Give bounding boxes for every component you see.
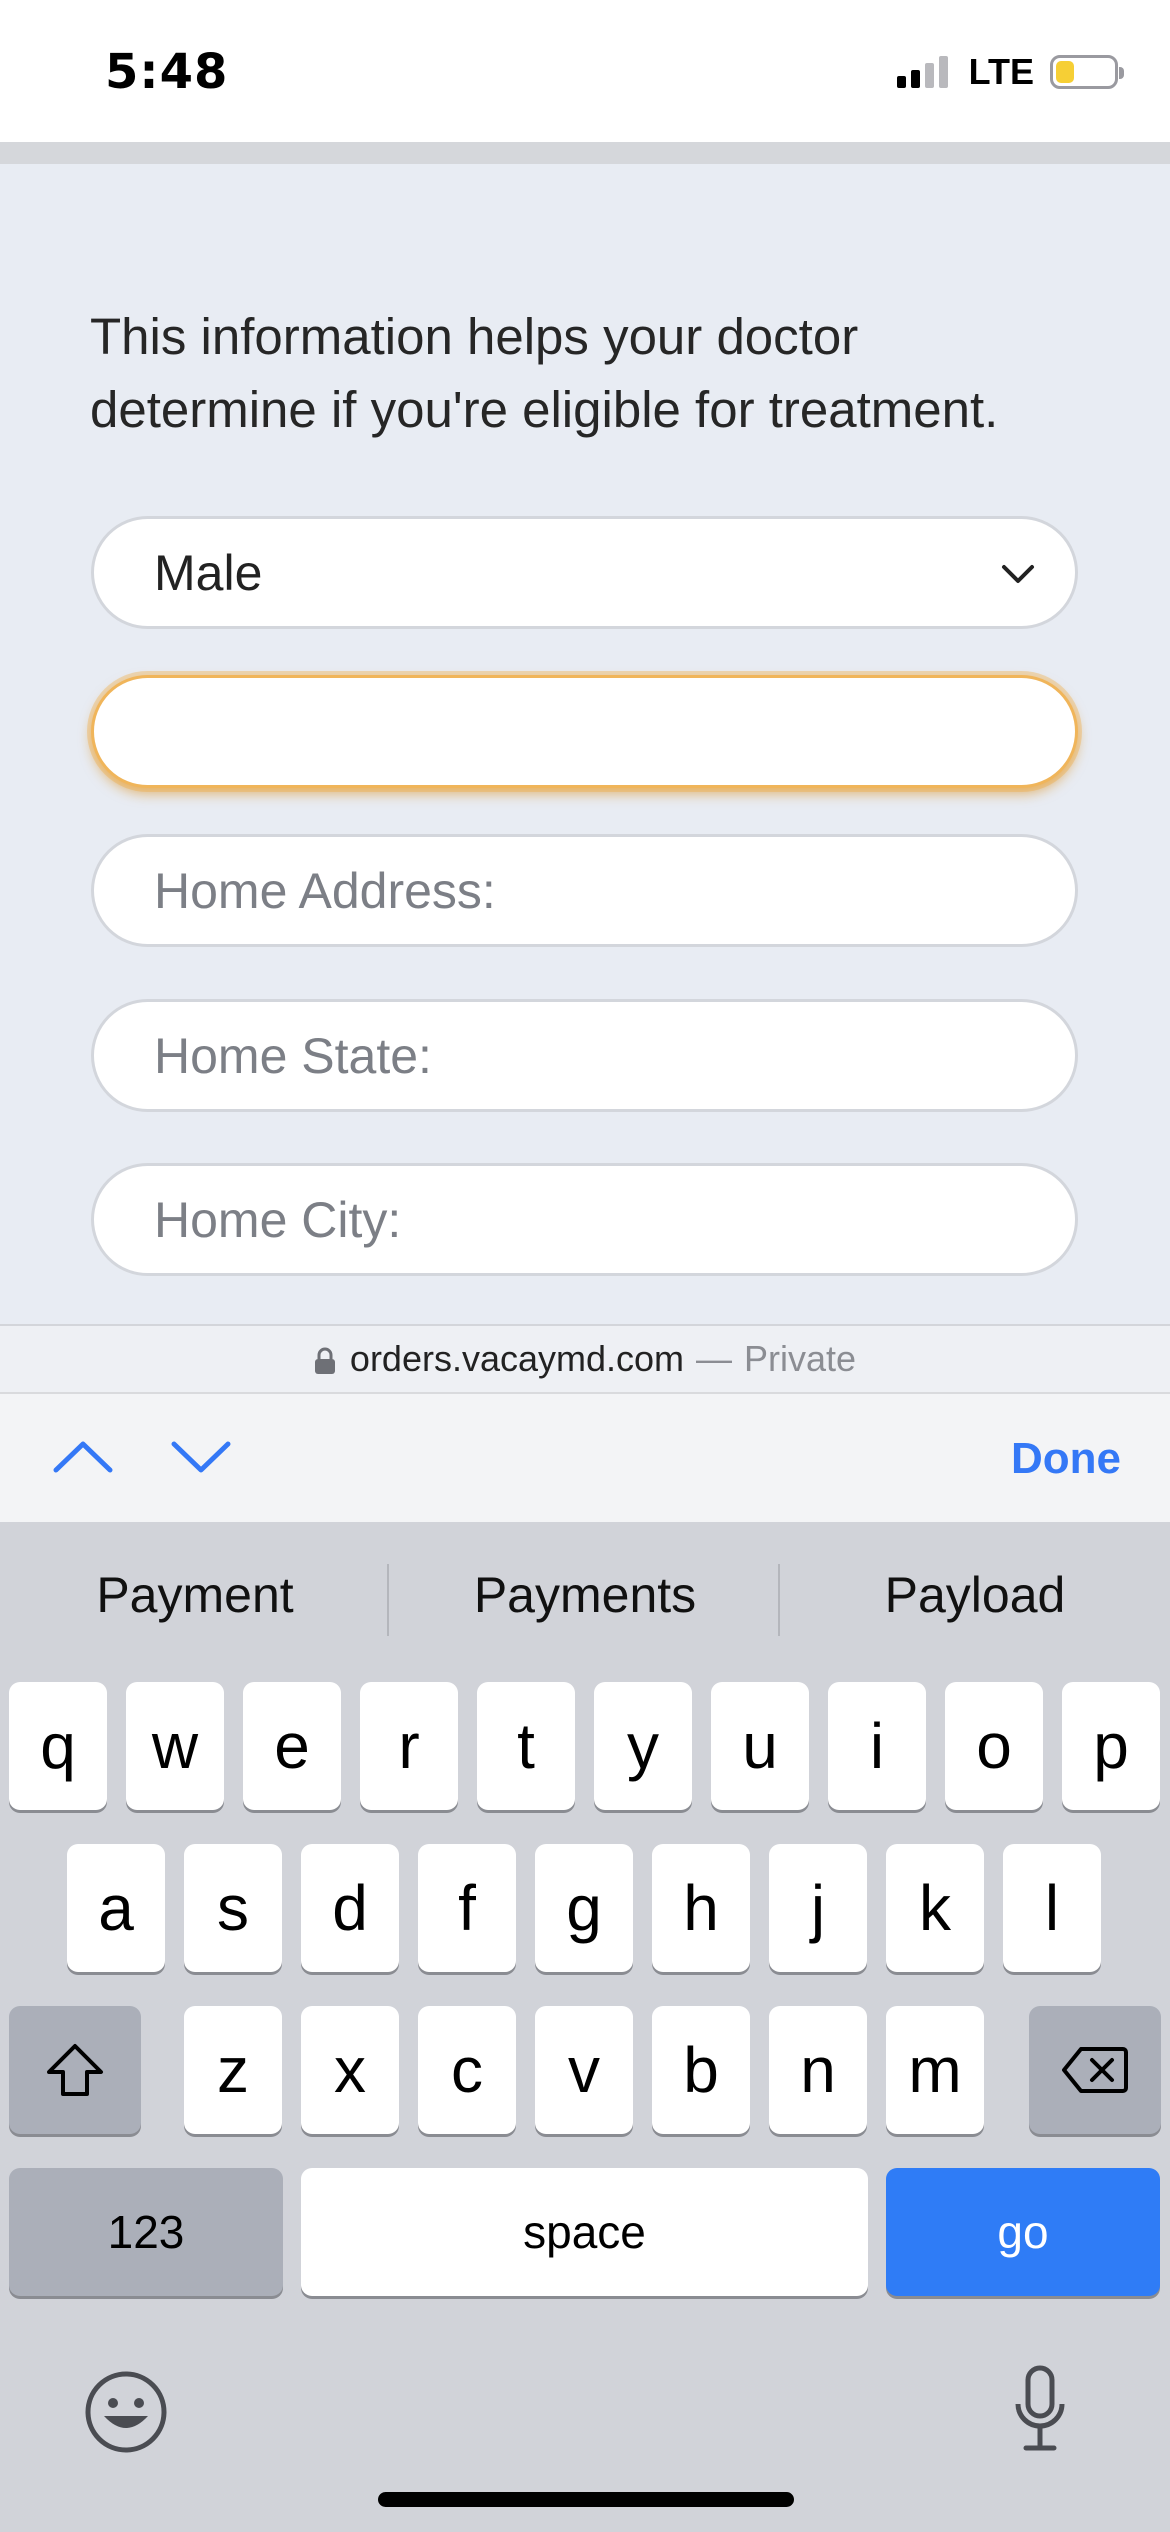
home-city-placeholder: Home City:	[154, 1191, 402, 1248]
lock-icon	[314, 1347, 335, 1374]
next-field-chevron-down-icon[interactable]	[170, 1432, 232, 1482]
done-button[interactable]: Done	[1011, 1434, 1121, 1484]
key-r[interactable]: r	[360, 1682, 458, 1810]
key-c[interactable]: c	[418, 2006, 516, 2134]
web-content: This information helps your doctor deter…	[0, 164, 1170, 1324]
suggestion-item[interactable]: Payments	[390, 1550, 780, 1640]
home-address-placeholder: Home Address:	[154, 862, 496, 919]
suggestion-item[interactable]: Payment	[0, 1550, 390, 1640]
key-t[interactable]: t	[477, 1682, 575, 1810]
page-separator	[0, 142, 1170, 164]
go-key[interactable]: go	[886, 2168, 1160, 2296]
previous-field-chevron-up-icon[interactable]	[52, 1432, 114, 1482]
key-e[interactable]: e	[243, 1682, 341, 1810]
key-j[interactable]: j	[769, 1844, 867, 1972]
space-key[interactable]: space	[301, 2168, 868, 2296]
key-b[interactable]: b	[652, 2006, 750, 2134]
key-q[interactable]: q	[9, 1682, 107, 1810]
signal-strength-icon	[896, 56, 953, 88]
home-indicator[interactable]	[378, 2492, 794, 2507]
gender-select-value: Male	[154, 544, 263, 601]
key-u[interactable]: u	[711, 1682, 809, 1810]
suggestion-bar: Payment Payments Payload	[0, 1550, 1170, 1640]
key-l[interactable]: l	[1003, 1844, 1101, 1972]
key-m[interactable]: m	[886, 2006, 984, 2134]
suggestion-divider	[778, 1564, 780, 1636]
key-i[interactable]: i	[828, 1682, 926, 1810]
key-g[interactable]: g	[535, 1844, 633, 1972]
status-bar: 5:48 LTE	[0, 0, 1170, 142]
battery-icon	[1050, 55, 1124, 89]
url-bar[interactable]: orders.vacaymd.com — Private	[0, 1324, 1170, 1392]
network-type: LTE	[968, 51, 1034, 92]
form-accessory-bar: Done	[0, 1392, 1170, 1522]
chevron-down-icon	[1002, 565, 1034, 583]
key-d[interactable]: d	[301, 1844, 399, 1972]
gender-select[interactable]: Male	[91, 516, 1078, 629]
key-k[interactable]: k	[886, 1844, 984, 1972]
intro-text: This information helps your doctor deter…	[90, 308, 999, 438]
home-state-input[interactable]: Home State:	[91, 999, 1078, 1112]
keyboard: Payment Payments Payload q w e r t y u i…	[0, 1522, 1170, 2532]
key-o[interactable]: o	[945, 1682, 1043, 1810]
key-y[interactable]: y	[594, 1682, 692, 1810]
shift-arrow-icon	[47, 2044, 103, 2096]
private-mode-label: Private	[744, 1338, 857, 1379]
shift-key[interactable]	[9, 2006, 141, 2134]
status-time: 5:48	[105, 44, 229, 100]
focused-text-input[interactable]	[91, 675, 1078, 788]
key-x[interactable]: x	[301, 2006, 399, 2134]
key-a[interactable]: a	[67, 1844, 165, 1972]
numbers-key[interactable]: 123	[9, 2168, 283, 2296]
key-z[interactable]: z	[184, 2006, 282, 2134]
key-s[interactable]: s	[184, 1844, 282, 1972]
home-city-input[interactable]: Home City:	[91, 1163, 1078, 1276]
key-p[interactable]: p	[1062, 1682, 1160, 1810]
backspace-icon	[1062, 2047, 1128, 2093]
suggestion-divider	[387, 1564, 389, 1636]
microphone-icon[interactable]	[1012, 2364, 1068, 2456]
backspace-key[interactable]	[1029, 2006, 1161, 2134]
key-v[interactable]: v	[535, 2006, 633, 2134]
emoji-icon[interactable]	[84, 2370, 168, 2454]
key-f[interactable]: f	[418, 1844, 516, 1972]
url-host: orders.vacaymd.com	[349, 1338, 685, 1379]
home-address-input[interactable]: Home Address:	[91, 834, 1078, 947]
status-indicators: LTE	[896, 50, 1124, 94]
home-state-placeholder: Home State:	[154, 1027, 432, 1084]
key-n[interactable]: n	[769, 2006, 867, 2134]
key-w[interactable]: w	[126, 1682, 224, 1810]
url-separator: —	[696, 1338, 733, 1379]
key-h[interactable]: h	[652, 1844, 750, 1972]
suggestion-item[interactable]: Payload	[780, 1550, 1170, 1640]
